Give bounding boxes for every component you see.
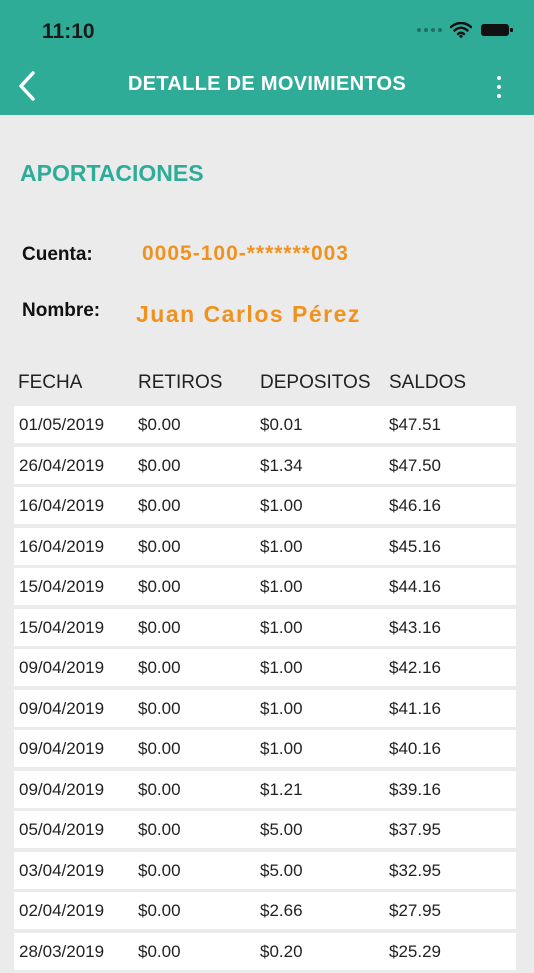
column-header-saldos: SALDOS bbox=[389, 372, 467, 393]
table-row: 15/04/2019 $0.00 $1.00 $44.16 bbox=[14, 568, 516, 605]
cell-fecha: 05/04/2019 bbox=[19, 820, 105, 839]
cell-saldos: $45.16 bbox=[389, 536, 441, 556]
cell-saldos: $47.51 bbox=[389, 415, 441, 434]
table-row: 26/04/2019 $0.00 $1.34 $47.50 bbox=[14, 446, 516, 484]
cell-depositos: $0.20 bbox=[260, 941, 303, 961]
cell-depositos: $1.21 bbox=[260, 779, 303, 799]
cell-depositos: $5.00 bbox=[260, 820, 303, 839]
table-row: 28/03/2019 $0.00 $0.20 $25.29 bbox=[14, 932, 516, 970]
more-options-button[interactable] bbox=[494, 76, 504, 98]
cell-fecha: 09/04/2019 bbox=[19, 698, 105, 718]
cell-retiros: $0.00 bbox=[138, 617, 181, 637]
cell-depositos: $1.00 bbox=[260, 617, 303, 637]
cell-saldos: $32.95 bbox=[389, 860, 441, 880]
cell-retiros: $0.00 bbox=[138, 860, 181, 880]
table-row: 03/04/2019 $0.00 $5.00 $32.95 bbox=[14, 851, 516, 889]
cell-saldos: $44.16 bbox=[389, 577, 441, 596]
table-row: 09/04/2019 $0.00 $1.21 $39.16 bbox=[14, 770, 516, 808]
cell-depositos: $1.00 bbox=[260, 739, 303, 758]
cell-fecha: 09/04/2019 bbox=[19, 779, 105, 799]
battery-icon bbox=[480, 22, 514, 38]
table-row: 16/04/2019 $0.00 $1.00 $45.16 bbox=[14, 527, 516, 565]
cell-saldos: $43.16 bbox=[389, 617, 441, 637]
table-row: 09/04/2019 $0.00 $1.00 $40.16 bbox=[14, 730, 516, 767]
table-row: 09/04/2019 $0.00 $1.00 $42.16 bbox=[14, 649, 516, 686]
movements-table: 01/05/2019 $0.00 $0.01 $47.51 26/04/2019 $0.… bbox=[14, 406, 516, 973]
account-label: Cuenta: bbox=[22, 244, 93, 265]
cell-retiros: $0.00 bbox=[138, 941, 181, 961]
cell-saldos: $46.16 bbox=[389, 496, 441, 515]
column-header-fecha: FECHA bbox=[18, 372, 83, 393]
table-row: 05/04/2019 $0.00 $5.00 $37.95 bbox=[14, 811, 516, 848]
cell-fecha: 15/04/2019 bbox=[19, 577, 105, 596]
cell-saldos: $37.95 bbox=[389, 820, 441, 839]
cell-fecha: 16/04/2019 bbox=[19, 496, 105, 515]
cell-fecha: 01/05/2019 bbox=[19, 415, 105, 434]
cell-retiros: $0.00 bbox=[138, 698, 181, 718]
cell-retiros: $0.00 bbox=[138, 779, 181, 799]
cell-fecha: 26/04/2019 bbox=[19, 455, 105, 475]
cell-depositos: $1.00 bbox=[260, 698, 303, 718]
cell-retiros: $0.00 bbox=[138, 455, 181, 475]
wifi-icon bbox=[450, 22, 472, 38]
status-time: 11:10 bbox=[42, 20, 95, 43]
cell-depositos: $2.66 bbox=[260, 901, 303, 920]
cell-depositos: $1.00 bbox=[260, 577, 303, 596]
cell-fecha: 16/04/2019 bbox=[19, 536, 105, 556]
cell-depositos: $5.00 bbox=[260, 860, 303, 880]
cell-fecha: 28/03/2019 bbox=[19, 941, 105, 961]
cell-retiros: $0.00 bbox=[138, 536, 181, 556]
more-vertical-icon bbox=[497, 76, 501, 80]
page-title: DETALLE DE MOVIMIENTOS bbox=[127, 73, 407, 95]
cell-saldos: $47.50 bbox=[389, 455, 441, 475]
cell-retiros: $0.00 bbox=[138, 415, 181, 434]
cell-depositos: $1.34 bbox=[260, 455, 303, 475]
cell-retiros: $0.00 bbox=[138, 820, 181, 839]
cell-fecha: 09/04/2019 bbox=[19, 658, 105, 677]
cell-depositos: $0.01 bbox=[260, 415, 303, 434]
table-row: 02/04/2019 $0.00 $2.66 $27.95 bbox=[14, 892, 516, 929]
table-row: 01/05/2019 $0.00 $0.01 $47.51 bbox=[14, 406, 516, 443]
signal-icon bbox=[417, 28, 442, 32]
cell-depositos: $1.00 bbox=[260, 536, 303, 556]
cell-fecha: 03/04/2019 bbox=[19, 860, 105, 880]
cell-saldos: $40.16 bbox=[389, 739, 441, 758]
cell-saldos: $27.95 bbox=[389, 901, 441, 920]
cell-retiros: $0.00 bbox=[138, 901, 181, 920]
cell-saldos: $42.16 bbox=[389, 658, 441, 677]
cell-fecha: 15/04/2019 bbox=[19, 617, 105, 637]
cell-retiros: $0.00 bbox=[138, 496, 181, 515]
cell-saldos: $39.16 bbox=[389, 779, 441, 799]
cell-retiros: $0.00 bbox=[138, 739, 181, 758]
column-header-retiros: RETIROS bbox=[138, 372, 223, 393]
name-label: Nombre: bbox=[22, 300, 101, 321]
cell-depositos: $1.00 bbox=[260, 496, 303, 515]
cell-saldos: $25.29 bbox=[389, 941, 441, 961]
table-row: 09/04/2019 $0.00 $1.00 $41.16 bbox=[14, 689, 516, 727]
cell-retiros: $0.00 bbox=[138, 658, 181, 677]
cell-fecha: 09/04/2019 bbox=[19, 739, 105, 758]
account-number: 0005-100-*******003 bbox=[142, 242, 349, 265]
table-row: 15/04/2019 $0.00 $1.00 $43.16 bbox=[14, 608, 516, 646]
status-icons bbox=[417, 22, 514, 38]
section-title: APORTACIONES bbox=[20, 160, 204, 186]
cell-saldos: $41.16 bbox=[389, 698, 441, 718]
cell-fecha: 02/04/2019 bbox=[19, 901, 105, 920]
column-header-depositos: DEPOSITOS bbox=[260, 372, 371, 393]
cell-retiros: $0.00 bbox=[138, 577, 181, 596]
cell-depositos: $1.00 bbox=[260, 658, 303, 677]
app-header: 11:10 DETALLE DE MOVIMIENTOS bbox=[0, 0, 534, 115]
table-row: 16/04/2019 $0.00 $1.00 $46.16 bbox=[14, 487, 516, 524]
account-holder-name: Juan Carlos Pérez bbox=[136, 301, 361, 327]
